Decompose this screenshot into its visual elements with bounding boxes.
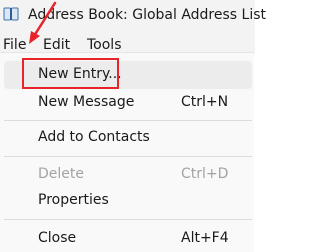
window-title: Address Book: Global Address List xyxy=(28,7,266,23)
menu-separator xyxy=(4,120,252,121)
menu-separator xyxy=(4,219,252,220)
menu-item-properties[interactable]: Properties xyxy=(4,187,252,215)
menu-item-shortcut: Alt+F4 xyxy=(181,230,229,246)
menu-item-new-message[interactable]: New Message Ctrl+N xyxy=(4,89,252,117)
address-book-icon xyxy=(3,7,19,21)
menu-separator xyxy=(4,156,252,157)
menu-item-label: Add to Contacts xyxy=(38,129,150,145)
menu-item-label: New Message xyxy=(38,94,135,110)
menu-item-label: Properties xyxy=(38,192,109,208)
annotation-highlight-box xyxy=(22,58,119,89)
menu-item-close[interactable]: Close Alt+F4 xyxy=(4,225,252,252)
menu-item-shortcut: Ctrl+N xyxy=(181,94,229,110)
app-window: Address Book: Global Address List File E… xyxy=(0,0,266,252)
menu-tools[interactable]: Tools xyxy=(87,37,122,53)
menu-item-shortcut: Ctrl+D xyxy=(181,166,229,182)
menu-item-label: Close xyxy=(38,230,77,246)
menu-item-add-to-contacts[interactable]: Add to Contacts xyxy=(4,124,252,152)
annotation-arrow-icon xyxy=(29,1,57,44)
menu-item-label: Delete xyxy=(38,166,84,182)
menu-item-delete: Delete Ctrl+D xyxy=(4,161,252,189)
